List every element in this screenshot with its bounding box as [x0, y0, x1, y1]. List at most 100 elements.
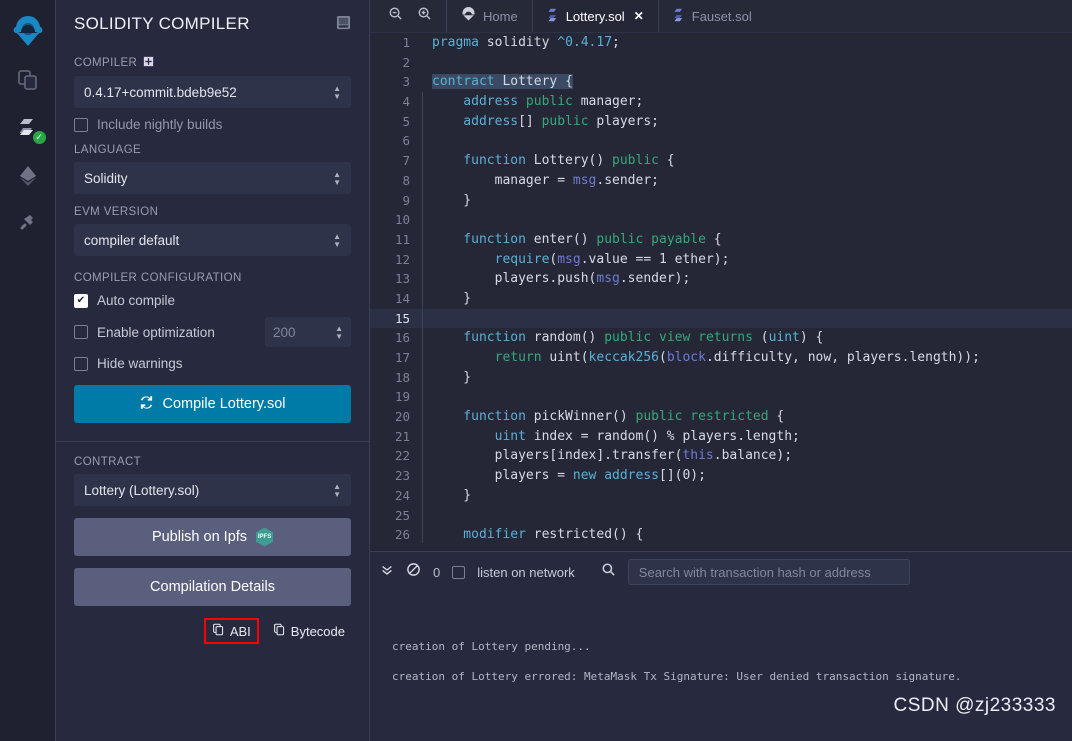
- hide-warnings-row[interactable]: Hide warnings: [74, 356, 351, 371]
- language-select[interactable]: Solidity ▲ ▼: [74, 162, 351, 194]
- include-nightly-row[interactable]: Include nightly builds: [74, 117, 351, 132]
- indent-guide: [422, 525, 432, 545]
- line-number: 20: [394, 409, 410, 425]
- copy-icon: [273, 623, 286, 639]
- ipfs-badge-icon: IPFS: [256, 527, 274, 547]
- include-nightly-label: Include nightly builds: [97, 117, 223, 132]
- panel-book-icon[interactable]: [336, 15, 351, 33]
- zoom-in-icon[interactable]: [417, 6, 432, 26]
- line-number: 13: [394, 271, 410, 287]
- solidity-compiler-icon[interactable]: ✓: [8, 104, 48, 152]
- search-icon[interactable]: [601, 562, 616, 582]
- file-explorer-icon[interactable]: [8, 56, 48, 104]
- code-line: 24 }: [370, 485, 1072, 506]
- line-number: 11: [394, 231, 410, 247]
- indent-guide: [422, 72, 432, 92]
- code-line: 12 require(msg.value == 1 ether);: [370, 249, 1072, 270]
- code-line: 25: [370, 505, 1072, 526]
- code-line: 14 }: [370, 288, 1072, 309]
- auto-compile-row[interactable]: Auto compile: [74, 293, 351, 308]
- indent-guide: [422, 269, 432, 289]
- tab-lottery-sol[interactable]: Lottery.sol ✕: [531, 0, 658, 32]
- chevron-updown-icon: ▲ ▼: [333, 231, 341, 249]
- code-text: function pickWinner() public restricted …: [432, 409, 785, 425]
- line-number: 3: [402, 74, 410, 90]
- code-line: 8 manager = msg.sender;: [370, 170, 1072, 191]
- publish-on-ipfs-button[interactable]: Publish on Ipfs IPFS: [74, 518, 351, 556]
- line-number: 24: [394, 487, 410, 503]
- contract-select[interactable]: Lottery (Lottery.sol) ▲ ▼: [74, 474, 351, 506]
- indent-guide: [422, 367, 432, 388]
- code-text: }: [432, 192, 472, 208]
- remix-home-icon: [461, 7, 476, 25]
- add-box-icon[interactable]: [143, 56, 155, 70]
- indent-guide: [422, 249, 432, 270]
- zoom-controls: [370, 0, 446, 32]
- line-number: 10: [394, 212, 410, 228]
- code-line: 13 players.push(msg.sender);: [370, 269, 1072, 289]
- indent-guide: [422, 210, 432, 230]
- auto-compile-checkbox[interactable]: [74, 293, 88, 308]
- enable-optimization-row[interactable]: Enable optimization 200 ▲ ▼: [74, 317, 351, 347]
- code-text: require(msg.value == 1 ether);: [432, 251, 730, 267]
- close-icon[interactable]: ✕: [634, 9, 644, 23]
- line-number: 17: [394, 350, 410, 365]
- line-number: 1: [402, 35, 410, 50]
- compiler-version-select[interactable]: 0.4.17+commit.bdeb9e52 ▲ ▼: [74, 76, 351, 108]
- line-number: 2: [402, 54, 410, 70]
- indent-guide: [422, 53, 432, 73]
- indent-guide: [422, 190, 432, 211]
- evm-version-select[interactable]: compiler default ▲ ▼: [74, 224, 351, 256]
- code-text: return uint(keccak256(block.difficulty, …: [432, 350, 980, 365]
- indent-guide: [422, 348, 432, 368]
- listen-on-network-label: listen on network: [477, 564, 575, 580]
- copy-abi-label: ABI: [229, 623, 251, 639]
- code-text: players.push(msg.sender);: [432, 271, 691, 287]
- double-chevron-down-icon[interactable]: [380, 563, 394, 582]
- code-text: players = new address[](0);: [432, 468, 706, 484]
- indent-guide: [422, 446, 432, 467]
- code-line: 18 }: [370, 367, 1072, 388]
- zoom-out-icon[interactable]: [388, 6, 403, 26]
- tab-lottery-sol-label: Lottery.sol: [565, 8, 625, 24]
- line-number: 7: [402, 153, 410, 169]
- line-number: 12: [394, 251, 410, 267]
- copy-abi-button[interactable]: ABI: [203, 618, 259, 644]
- enable-optimization-checkbox[interactable]: [74, 325, 88, 339]
- tab-home-label: Home: [483, 8, 518, 24]
- include-nightly-checkbox[interactable]: [74, 117, 88, 132]
- contract-value: Lottery (Lottery.sol): [84, 482, 200, 498]
- copy-bytecode-button[interactable]: Bytecode: [267, 620, 351, 642]
- indent-guide: [422, 505, 432, 526]
- line-number: 14: [394, 290, 410, 306]
- indent-guide: [422, 485, 432, 506]
- contract-section-label: CONTRACT: [74, 456, 142, 468]
- terminal-log: creation of Lottery pending... creation …: [370, 592, 1072, 741]
- deploy-run-icon[interactable]: [8, 152, 48, 200]
- code-text: address public manager;: [432, 94, 644, 110]
- line-number: 15: [394, 310, 410, 326]
- copy-actions-row: ABI Bytecode: [74, 618, 351, 644]
- hide-warnings-checkbox[interactable]: [74, 356, 88, 371]
- code-editor[interactable]: 1 pragma solidity ^0.4.17; 2 3 contract Lott…: [370, 33, 1072, 551]
- code-line: 6: [370, 131, 1072, 152]
- tab-home[interactable]: Home: [446, 0, 532, 32]
- terminal-search-input[interactable]: Search with transaction hash or address: [627, 559, 910, 585]
- plugin-manager-icon[interactable]: [8, 200, 48, 248]
- ban-circle-icon[interactable]: [406, 562, 421, 582]
- line-number: 5: [402, 113, 410, 129]
- compilation-details-button[interactable]: Compilation Details: [74, 568, 351, 606]
- indent-guide: [422, 33, 432, 53]
- code-lines: 1 pragma solidity ^0.4.17; 2 3 contract Lott…: [370, 33, 1072, 545]
- chevron-updown-icon: ▲ ▼: [335, 323, 343, 341]
- line-number: 8: [402, 172, 410, 188]
- indent-guide: [422, 426, 432, 447]
- compile-button-label: Compile Lottery.sol: [162, 396, 286, 412]
- remix-logo-icon[interactable]: [8, 8, 48, 56]
- code-text: }: [432, 487, 472, 503]
- listen-on-network-checkbox[interactable]: [452, 565, 466, 579]
- compile-button[interactable]: Compile Lottery.sol: [74, 385, 351, 423]
- line-number: 26: [394, 527, 410, 543]
- optimization-runs-input[interactable]: 200 ▲ ▼: [265, 317, 351, 347]
- tab-fauset-sol[interactable]: Fauset.sol: [657, 0, 766, 32]
